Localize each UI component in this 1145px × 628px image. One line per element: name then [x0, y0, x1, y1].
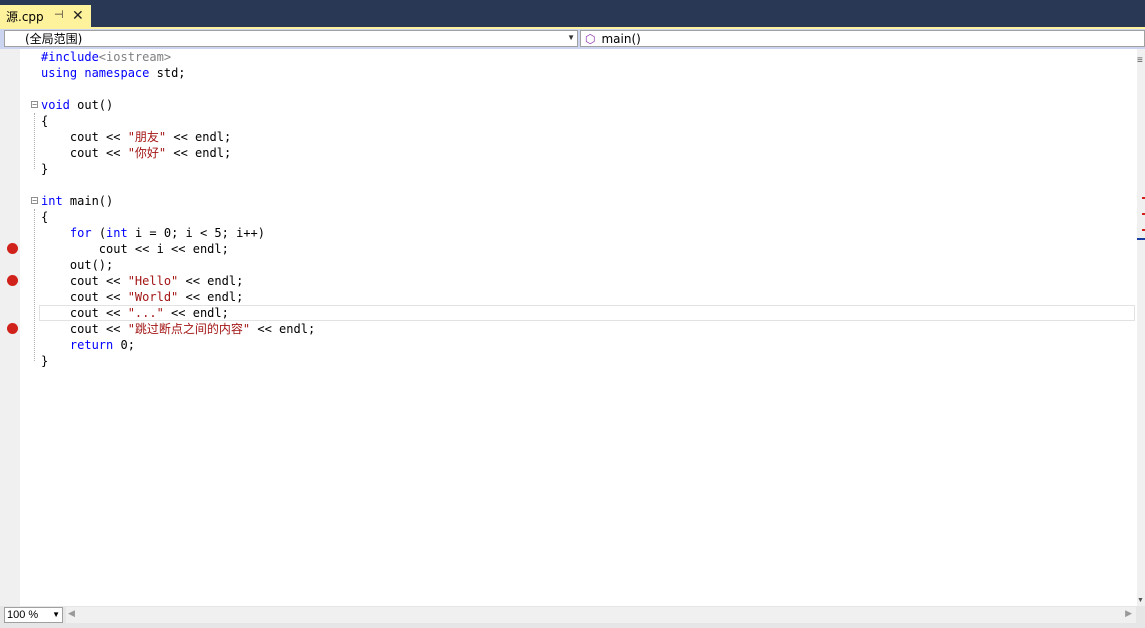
- code-text: void out(): [41, 98, 114, 112]
- code-line[interactable]: − void out(): [0, 97, 1135, 113]
- chevron-down-icon[interactable]: ▼: [52, 608, 60, 622]
- code-text: int main(): [41, 194, 114, 208]
- zoom-value: 100 %: [7, 609, 39, 621]
- code-line[interactable]: for (int i = 0; i < 5; i++): [0, 225, 1135, 241]
- navigation-bar: (全局范围) ▼ ⬡ main(): [0, 29, 1145, 49]
- scroll-left-icon[interactable]: ◀: [68, 608, 75, 619]
- code-line[interactable]: cout << "World" << endl;: [0, 289, 1135, 305]
- scope-dropdown[interactable]: (全局范围) ▼: [4, 30, 578, 47]
- code-text: cout << "朋友" << endl;: [41, 130, 232, 144]
- code-area[interactable]: #include<iostream> using namespace std; − v…: [0, 49, 1135, 606]
- caret-marker: [1137, 238, 1145, 240]
- code-line[interactable]: [0, 177, 1135, 193]
- code-text: {: [41, 114, 49, 128]
- code-text: cout << "..." << endl;: [41, 306, 229, 320]
- document-tab[interactable]: 源.cpp ⊣ ✕: [0, 5, 91, 27]
- code-line[interactable]: cout << i << endl;: [0, 241, 1135, 257]
- splitter-icon[interactable]: ≡: [1137, 55, 1145, 66]
- chevron-down-icon[interactable]: ▼: [567, 33, 575, 42]
- vertical-scrollbar[interactable]: ≡ ▼: [1137, 49, 1145, 606]
- code-text: cout << "World" << endl;: [41, 290, 244, 304]
- code-line[interactable]: [0, 81, 1135, 97]
- code-line[interactable]: }: [0, 353, 1135, 369]
- code-line[interactable]: cout << "跳过断点之间的内容" << endl;: [0, 321, 1135, 337]
- breakpoint-icon[interactable]: [7, 243, 18, 254]
- code-text: cout << "Hello" << endl;: [41, 274, 244, 288]
- scroll-down-icon[interactable]: ▼: [1137, 597, 1144, 604]
- zoom-dropdown[interactable]: 100 % ▼: [4, 607, 63, 623]
- document-tab-strip: 源.cpp ⊣ ✕: [0, 0, 1145, 27]
- code-text: using namespace std;: [41, 66, 186, 80]
- collapse-icon[interactable]: −: [31, 101, 38, 109]
- code-text: cout << "跳过断点之间的内容" << endl;: [41, 322, 316, 336]
- member-dropdown[interactable]: ⬡ main(): [580, 30, 1145, 47]
- code-text: out();: [41, 258, 114, 272]
- method-icon: ⬡: [585, 31, 596, 46]
- code-line[interactable]: using namespace std;: [0, 65, 1135, 81]
- code-line[interactable]: − int main(): [0, 193, 1135, 209]
- code-text: #include<iostream>: [41, 50, 172, 64]
- code-line[interactable]: return 0;: [0, 337, 1135, 353]
- code-line[interactable]: cout << "朋友" << endl;: [0, 129, 1135, 145]
- code-text: cout << i << endl;: [41, 242, 229, 256]
- code-text: for (int i = 0; i < 5; i++): [69, 226, 266, 240]
- breakpoint-icon[interactable]: [7, 275, 18, 286]
- code-line[interactable]: out();: [0, 257, 1135, 273]
- code-line[interactable]: cout << "..." << endl;: [0, 305, 1135, 321]
- code-text: }: [41, 162, 49, 176]
- code-text: return 0;: [69, 338, 135, 352]
- pin-icon[interactable]: ⊣: [54, 8, 64, 21]
- code-line[interactable]: {: [0, 209, 1135, 225]
- collapse-icon[interactable]: −: [31, 197, 38, 205]
- scope-value: (全局范围): [25, 32, 83, 46]
- code-line[interactable]: }: [0, 161, 1135, 177]
- scroll-right-icon[interactable]: ▶: [1125, 608, 1132, 619]
- code-text: }: [41, 354, 49, 368]
- editor-bottom-bar: 100 % ▼ ◀ ▶: [0, 606, 1145, 628]
- close-icon[interactable]: ✕: [72, 7, 84, 24]
- breakpoint-icon[interactable]: [7, 323, 18, 334]
- code-text: cout << "你好" << endl;: [41, 146, 232, 160]
- tab-title: 源.cpp: [6, 9, 44, 24]
- code-line[interactable]: cout << "你好" << endl;: [0, 145, 1135, 161]
- code-line[interactable]: #include<iostream>: [0, 49, 1135, 65]
- member-value: main(): [601, 31, 641, 46]
- code-text: {: [41, 210, 49, 224]
- code-editor[interactable]: #include<iostream> using namespace std; − v…: [0, 49, 1145, 606]
- code-line[interactable]: {: [0, 113, 1135, 129]
- horizontal-scrollbar[interactable]: ◀ ▶: [66, 607, 1136, 623]
- code-line[interactable]: cout << "Hello" << endl;: [0, 273, 1135, 289]
